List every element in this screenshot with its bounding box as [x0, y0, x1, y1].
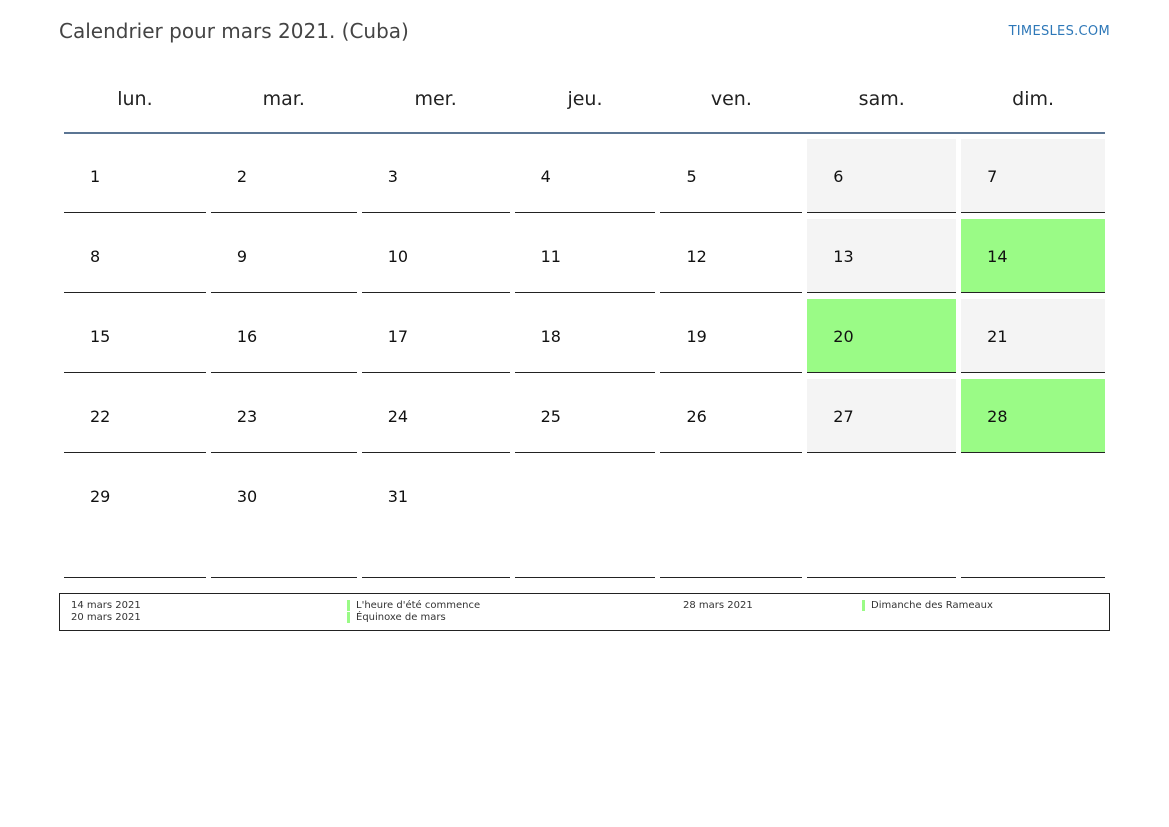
day-number: 5 [686, 167, 697, 186]
week-row: 15 16 17 18 19 20 21 [64, 299, 1106, 379]
day-number: 20 [833, 327, 854, 346]
day-cell[interactable]: 24 [361, 379, 510, 453]
day-cell[interactable]: 4 [514, 139, 656, 213]
day-cell[interactable]: 9 [210, 219, 357, 293]
legend-date: 28 mars 2021 [683, 600, 753, 611]
day-number: 18 [540, 327, 561, 346]
day-cell[interactable]: 11 [514, 219, 656, 293]
day-cell[interactable]: 19 [660, 299, 803, 373]
legend-date: 20 mars 2021 [71, 612, 141, 623]
legend-date: 14 mars 2021 [71, 600, 141, 611]
empty-day-cell [961, 459, 1106, 578]
empty-day-cell [514, 459, 656, 578]
day-cell[interactable]: 10 [361, 219, 510, 293]
day-cell[interactable]: 15 [64, 299, 206, 373]
day-number: 25 [540, 407, 561, 426]
weekday-label: sam. [858, 88, 905, 110]
day-number: 2 [236, 167, 248, 186]
legend-event: Dimanche des Rameaux [862, 600, 993, 611]
day-cell[interactable]: 8 [64, 219, 206, 293]
calendar-weeks: 1 2 3 4 5 6 7 8 9 10 11 12 13 14 15 16 17 18 19 20 21 22 23 24 2… [64, 139, 1106, 584]
day-number: 8 [90, 247, 101, 266]
day-number: 31 [387, 487, 409, 506]
day-number: 16 [236, 327, 258, 346]
week-row: 22 23 24 25 26 27 28 [64, 379, 1106, 459]
day-cell[interactable]: 25 [514, 379, 656, 453]
day-cell[interactable]: 20 [807, 299, 957, 373]
day-number: 28 [987, 407, 1008, 426]
day-cell[interactable]: 3 [361, 139, 510, 213]
day-number: 24 [387, 407, 409, 426]
day-cell[interactable]: 2 [210, 139, 357, 213]
weekday-header: lun. mar. mer. jeu. ven. sam. dim. [64, 78, 1105, 134]
empty-day-cell [660, 459, 803, 578]
weekday-label: jeu. [567, 88, 603, 110]
weekday-label: mer. [414, 88, 457, 110]
legend-event: L'heure d'été commence [347, 600, 480, 611]
day-cell[interactable]: 1 [64, 139, 206, 213]
day-cell[interactable]: 13 [807, 219, 957, 293]
day-number: 3 [387, 167, 398, 186]
day-cell[interactable]: 16 [210, 299, 357, 373]
day-cell[interactable]: 18 [514, 299, 656, 373]
empty-day-cell [807, 459, 957, 578]
weekday-label: ven. [710, 88, 752, 110]
day-number: 14 [987, 247, 1008, 266]
calendar-grid: lun. mar. mer. jeu. ven. sam. dim. 12345… [64, 78, 1106, 584]
day-number: 17 [387, 327, 409, 346]
day-cell[interactable]: 30 [210, 459, 357, 578]
day-number: 1 [90, 167, 101, 186]
day-cell[interactable]: 12 [660, 219, 803, 293]
day-cell[interactable]: 28 [961, 379, 1106, 453]
day-number: 26 [686, 407, 707, 426]
day-number: 30 [236, 487, 258, 506]
day-number: 19 [686, 327, 707, 346]
day-number: 13 [833, 247, 854, 266]
day-number: 22 [90, 407, 111, 426]
events-legend: 14 mars 2021 L'heure d'été commence 20 m… [59, 593, 1110, 631]
day-number: 4 [540, 167, 551, 186]
page-title: Calendrier pour mars 2021. (Cuba) [59, 19, 409, 43]
week-row: 1 2 3 4 5 6 7 [64, 139, 1106, 219]
day-cell[interactable]: 29 [64, 459, 206, 578]
day-cell[interactable]: 31 [361, 459, 510, 578]
day-cell[interactable]: 22 [64, 379, 206, 453]
day-number: 29 [90, 487, 111, 506]
day-number: 11 [540, 247, 561, 266]
day-cell[interactable]: 27 [807, 379, 957, 453]
day-cell[interactable]: 5 [660, 139, 803, 213]
day-cell[interactable]: 23 [210, 379, 357, 453]
week-row: 29 30 31 [64, 459, 1106, 584]
day-number: 27 [833, 407, 854, 426]
day-number: 15 [90, 327, 111, 346]
day-number: 6 [833, 167, 844, 186]
day-cell[interactable]: 14 [961, 219, 1106, 293]
legend-event: Équinoxe de mars [347, 612, 446, 623]
weekday-label: lun. [117, 88, 153, 110]
day-cell[interactable]: 17 [361, 299, 510, 373]
weekday-label: mar. [262, 88, 305, 110]
weekday-label: dim. [1012, 88, 1055, 110]
day-number: 9 [236, 247, 248, 266]
day-cell[interactable]: 21 [961, 299, 1106, 373]
day-cell[interactable]: 7 [961, 139, 1106, 213]
day-number: 23 [236, 407, 258, 426]
day-number: 12 [686, 247, 707, 266]
day-cell[interactable]: 26 [660, 379, 803, 453]
brand-link[interactable]: TIMESLES.COM [1009, 24, 1110, 39]
day-cell[interactable]: 6 [807, 139, 957, 213]
day-number: 7 [987, 167, 998, 186]
week-row: 8 9 10 11 12 13 14 [64, 219, 1106, 299]
day-number: 10 [387, 247, 409, 266]
day-number: 21 [987, 327, 1008, 346]
